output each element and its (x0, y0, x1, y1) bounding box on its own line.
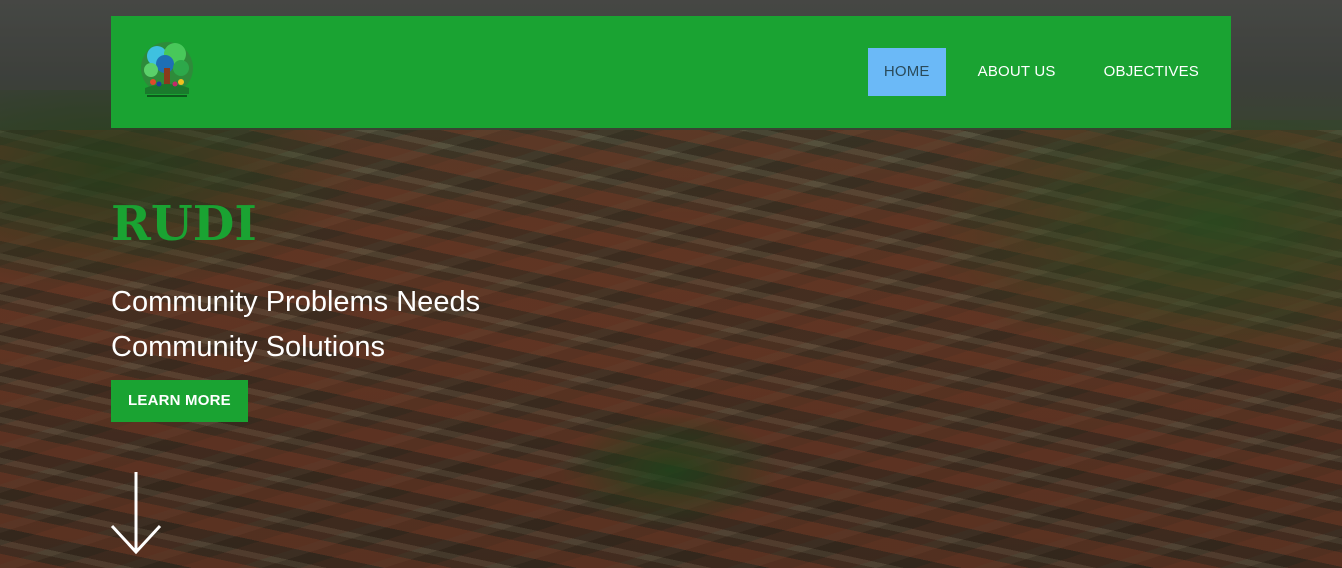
nav-objectives[interactable]: OBJECTIVES (1088, 48, 1215, 96)
hero-subtitle: Community Problems Needs Community Solut… (111, 280, 611, 370)
nav-about-us[interactable]: ABOUT US (962, 48, 1072, 96)
tree-people-logo-icon[interactable] (135, 38, 199, 102)
hero-subtitle-line2: Community Solutions (111, 331, 385, 363)
site-header: HOME ABOUT US OBJECTIVES (111, 16, 1231, 128)
hero-title: RUDI (111, 196, 257, 252)
arrow-down-icon[interactable] (108, 470, 164, 560)
nav-home[interactable]: HOME (867, 48, 946, 96)
learn-more-button[interactable]: LEARN MORE (111, 380, 248, 422)
hero-subtitle-line1: Community Problems Needs (111, 286, 481, 318)
main-nav: HOME ABOUT US OBJECTIVES (852, 48, 1215, 96)
